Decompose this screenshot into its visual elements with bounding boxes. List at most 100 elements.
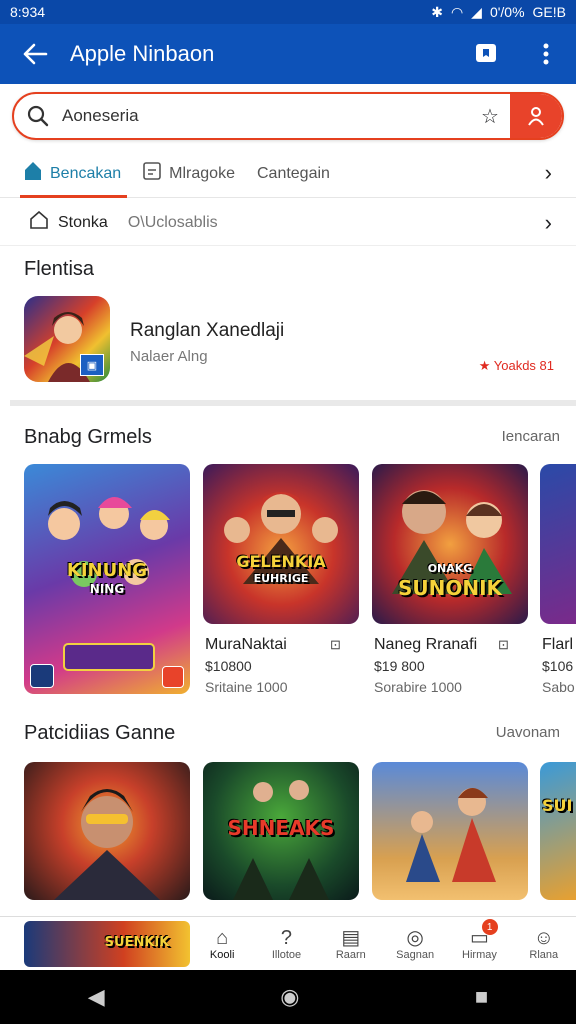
carrier-text: GE!B bbox=[532, 4, 566, 20]
nav-label: Raarn bbox=[335, 948, 366, 961]
app-badge-icon: ▣ bbox=[80, 354, 104, 376]
section-divider bbox=[10, 400, 576, 406]
tile-price: $106 bbox=[542, 658, 574, 674]
featured-app-subtitle: Nalaer Alng bbox=[130, 348, 208, 365]
tab-bencakan[interactable]: Bencakan bbox=[19, 150, 128, 198]
bottom-navigation: SUENKIK ⌂ Kooli ? Illotoe ▤ Raarn ◎ Sagn… bbox=[0, 916, 576, 970]
tab-mlragoke[interactable]: Mlragoke bbox=[143, 150, 235, 198]
search-input[interactable]: Aoneseria bbox=[62, 106, 470, 126]
tile-title: MuraNaktai bbox=[205, 636, 287, 653]
app-title: Apple Ninbaon bbox=[70, 41, 215, 66]
game-art bbox=[54, 789, 160, 900]
game-art bbox=[224, 492, 338, 584]
nav-home[interactable]: ⌂ Kooli bbox=[190, 917, 254, 970]
tile-downloads: Sritaine 1000 bbox=[205, 679, 288, 695]
home-circle-icon[interactable]: ◉ bbox=[280, 984, 299, 1010]
person-icon: ☺ bbox=[533, 926, 555, 949]
filter-primary: Stonka bbox=[58, 213, 108, 231]
tile-small-icon bbox=[30, 664, 54, 688]
calendar-icon bbox=[143, 162, 161, 185]
rating-text: Yoakds 81 bbox=[493, 358, 554, 373]
nav-label: Kooli bbox=[209, 948, 235, 961]
home-tab-icon bbox=[24, 161, 42, 186]
app-bar: Apple Ninbaon bbox=[0, 24, 576, 84]
search-bar[interactable]: Aoneseria ☆ bbox=[12, 92, 564, 140]
tile-downloads: Sorabire 1000 bbox=[374, 679, 462, 695]
mini-player-art-text: SUENKIK bbox=[104, 935, 170, 950]
back-triangle-icon[interactable]: ◀ bbox=[88, 984, 105, 1010]
nav-raarn[interactable]: ▤ Raarn bbox=[319, 917, 383, 970]
featured-app-icon: ▣ bbox=[24, 296, 110, 382]
tile-badge-icon bbox=[162, 666, 184, 688]
featured-app-name: Ranglan Xanedlaji bbox=[130, 320, 285, 341]
nav-hirmay[interactable]: ▭ 1 Hirmay bbox=[447, 917, 511, 970]
nav-illotoe[interactable]: ? Illotoe bbox=[254, 917, 318, 970]
tile-price: $10800 bbox=[205, 658, 252, 674]
back-arrow-icon[interactable] bbox=[0, 43, 70, 65]
status-bar: 8:934 ✱ ◠ ◢ 0'/0% GE!B bbox=[0, 0, 576, 24]
game-tile[interactable]: SUNONIK ONAKG bbox=[372, 464, 528, 624]
nav-sagnan[interactable]: ◎ Sagnan bbox=[383, 917, 447, 970]
featured-app-rating: ★ Yoakds 81 bbox=[478, 358, 554, 373]
bookmark-icon[interactable] bbox=[456, 43, 516, 65]
game-tile-partial[interactable] bbox=[540, 464, 576, 624]
filter-secondary: O\Uclosablis bbox=[127, 213, 218, 231]
tile-title: Flarl bbox=[542, 636, 574, 653]
section1-see-all[interactable]: Iencaran bbox=[502, 428, 560, 445]
notification-badge: 1 bbox=[481, 919, 498, 935]
signal-icon: ◢ bbox=[471, 3, 482, 20]
game-art bbox=[406, 788, 496, 882]
chevron-right-icon[interactable]: › bbox=[545, 160, 552, 186]
star-icon[interactable]: ☆ bbox=[470, 104, 510, 129]
nav-label: Sagnan bbox=[396, 948, 435, 961]
category-tabs: Bencakan Mlragoke Cantegain › bbox=[0, 150, 576, 198]
tile-art-title: KINUNG bbox=[66, 560, 148, 581]
section1-heading: Bnabg Grmels bbox=[24, 426, 152, 448]
mini-player[interactable]: SUENKIK bbox=[0, 917, 190, 971]
chevron-right-icon[interactable]: › bbox=[545, 210, 552, 236]
tile-title: Naneg Rranafi bbox=[374, 636, 478, 653]
home-outline-icon bbox=[30, 210, 48, 234]
tile-art-subtitle: ONAKG bbox=[427, 562, 473, 575]
tile-downloads: Sabo bbox=[542, 679, 575, 695]
question-icon: ? bbox=[280, 926, 293, 949]
tile-menu-icon[interactable]: ⊡ bbox=[330, 637, 341, 653]
tile-art-subtitle: NING bbox=[89, 582, 125, 596]
home-icon: ⌂ bbox=[216, 926, 229, 949]
tab-label: Mlragoke bbox=[169, 164, 235, 182]
game-art bbox=[392, 490, 512, 594]
wifi-icon: ◠ bbox=[450, 3, 464, 20]
tile-art-title: SUNONIK bbox=[397, 576, 503, 600]
section2-see-all[interactable]: Uavonam bbox=[496, 724, 560, 741]
battery-text: 0'/0% bbox=[489, 4, 525, 20]
tile-art-title: GELENKIA bbox=[236, 552, 326, 571]
tile-art-title: SHNEAKS bbox=[227, 816, 335, 840]
tile-art-title: SUI bbox=[542, 796, 573, 815]
nav-label: Illotoe bbox=[271, 948, 302, 961]
featured-app[interactable]: ▣ Ranglan Xanedlaji Nalaer Alng ★ Yoakds… bbox=[24, 296, 554, 386]
tile-art-subtitle: EUHRIGE bbox=[253, 572, 309, 585]
recents-square-icon[interactable]: ■ bbox=[475, 984, 488, 1010]
filter-row[interactable]: Stonka O\Uclosablis › bbox=[0, 200, 576, 246]
featured-heading: Flentisa bbox=[24, 258, 95, 280]
tab-cantegain[interactable]: Cantegain bbox=[257, 150, 330, 198]
news-icon: ▤ bbox=[341, 926, 361, 949]
tab-label: Bencakan bbox=[50, 164, 122, 182]
system-navigation: ◀ ◉ ■ bbox=[0, 970, 576, 1024]
search-icon bbox=[14, 105, 62, 127]
tile-menu-icon[interactable]: ⊡ bbox=[498, 637, 509, 653]
nav-label: Hirmay bbox=[462, 948, 497, 961]
more-vert-icon[interactable] bbox=[516, 43, 576, 65]
status-time: 8:934 bbox=[10, 4, 46, 20]
game-tile[interactable] bbox=[24, 762, 190, 900]
game-tile-large[interactable]: KINUNG NING bbox=[24, 464, 190, 694]
account-icon[interactable] bbox=[510, 94, 562, 138]
game-tile[interactable]: GELENKIA EUHRIGE bbox=[203, 464, 359, 624]
nav-rlana[interactable]: ☺ Rlana bbox=[512, 917, 576, 970]
tab-label: Cantegain bbox=[256, 164, 330, 182]
game-tile[interactable] bbox=[372, 762, 528, 900]
game-tile-partial[interactable]: SUI bbox=[540, 762, 576, 900]
game-tile[interactable]: SHNEAKS bbox=[203, 762, 359, 900]
nav-label: Rlana bbox=[529, 948, 559, 961]
tile-price: $19 800 bbox=[374, 658, 425, 674]
